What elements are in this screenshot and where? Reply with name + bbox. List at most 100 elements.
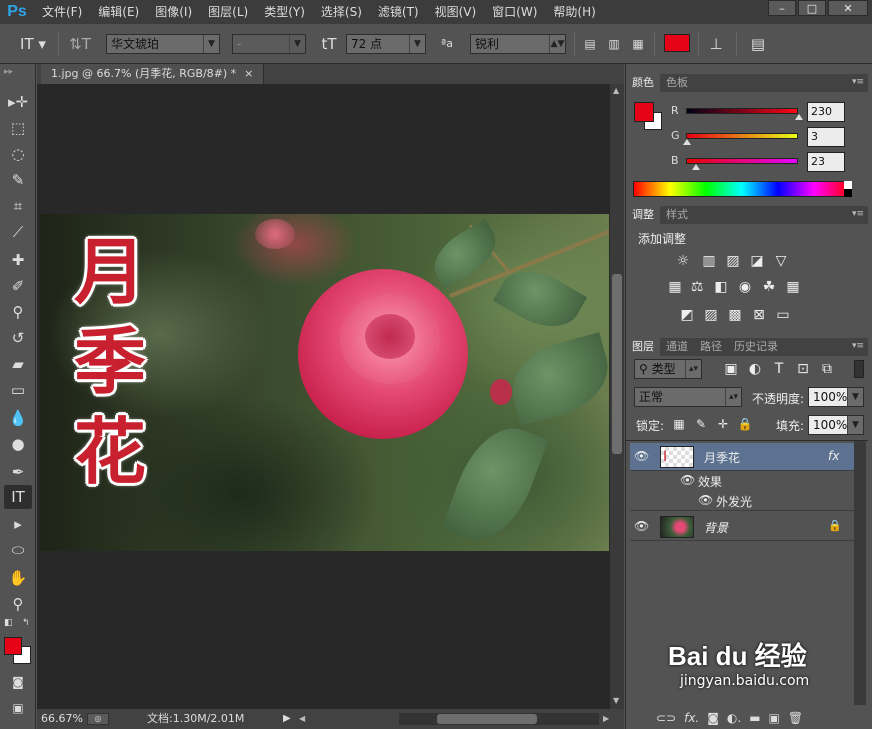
antialias-select[interactable]: 锐利 ▲▼ xyxy=(470,34,566,54)
layer-row-text[interactable]: 👁 I 月季花 fx xyxy=(630,443,854,471)
history-brush-tool-icon[interactable]: ↺ xyxy=(4,326,32,350)
menu-filter[interactable]: 滤镜(T) xyxy=(370,0,427,24)
invert-icon[interactable]: ◩ xyxy=(678,306,696,324)
link-layers-icon[interactable]: ⊂⊃ xyxy=(656,711,676,725)
menu-layer[interactable]: 图层(L) xyxy=(200,0,256,24)
color-lookup-icon[interactable]: ▦ xyxy=(784,278,802,296)
hand-tool-icon[interactable]: ✋ xyxy=(4,566,32,590)
layer-filter-select[interactable]: ⚲ 类型 ▴▾ xyxy=(634,359,702,379)
spectrum-white-black[interactable] xyxy=(844,181,852,197)
menu-edit[interactable]: 编辑(E) xyxy=(90,0,147,24)
menu-type[interactable]: 类型(Y) xyxy=(256,0,313,24)
ellipse-tool-icon[interactable]: ⬭ xyxy=(4,538,32,562)
g-slider[interactable] xyxy=(686,133,798,139)
status-arrow-icon[interactable]: ▶ xyxy=(283,709,291,729)
lock-position-icon[interactable]: ✛ xyxy=(714,415,732,433)
filter-pixel-icon[interactable]: ▣ xyxy=(722,360,740,378)
lock-pixels-icon[interactable]: ✎ xyxy=(692,415,710,433)
r-slider[interactable] xyxy=(686,108,798,114)
font-size-select[interactable]: 72 点 ▼ xyxy=(346,34,426,54)
b-slider-thumb[interactable] xyxy=(692,164,700,170)
healing-brush-tool-icon[interactable]: ✚ xyxy=(4,248,32,272)
filter-shape-icon[interactable]: ⊡ xyxy=(794,360,812,378)
panel-menu-icon[interactable]: ▾≡ xyxy=(852,341,864,351)
layer-name[interactable]: 月季花 xyxy=(704,449,740,466)
new-group-icon[interactable]: ▬ xyxy=(749,711,760,725)
lock-transparency-icon[interactable]: ▦ xyxy=(670,415,688,433)
status-menu-icon[interactable]: ◎ xyxy=(87,713,109,725)
menu-window[interactable]: 窗口(W) xyxy=(484,0,545,24)
selective-color-icon[interactable]: ⊠ xyxy=(750,306,768,324)
zoom-tool-icon[interactable]: ⚲ xyxy=(4,592,32,616)
scroll-down-icon[interactable]: ▼ xyxy=(613,696,619,705)
lock-all-icon[interactable]: 🔒 xyxy=(736,415,754,433)
curves-icon[interactable]: ▨ xyxy=(724,252,742,270)
b-slider[interactable] xyxy=(686,158,798,164)
swap-colors-icon[interactable]: ↰ xyxy=(22,618,30,628)
tab-channels[interactable]: 通道 xyxy=(660,338,694,356)
eraser-tool-icon[interactable]: ▰ xyxy=(4,352,32,376)
tab-swatches[interactable]: 色板 xyxy=(660,74,694,92)
foreground-color-swatch[interactable] xyxy=(4,637,22,655)
brightness-icon[interactable]: ☼ xyxy=(674,252,692,270)
visibility-eye-icon[interactable]: 👁 xyxy=(634,519,650,533)
filter-smart-icon[interactable]: ⧉ xyxy=(818,360,836,378)
filter-adjustment-icon[interactable]: ◐ xyxy=(746,360,764,378)
align-right-icon[interactable]: ▦ xyxy=(628,34,648,54)
r-value-input[interactable]: 230 xyxy=(807,102,845,122)
add-style-icon[interactable]: fx. xyxy=(684,711,699,725)
clone-stamp-tool-icon[interactable]: ⚲ xyxy=(4,300,32,324)
blend-mode-select[interactable]: 正常 ▴▾ xyxy=(634,387,742,407)
gradient-map-icon[interactable]: ▭ xyxy=(774,306,792,324)
type-tool-preset-icon[interactable]: IT ▾ xyxy=(16,34,50,54)
visibility-eye-icon[interactable]: 👁 xyxy=(680,473,696,487)
opacity-input[interactable]: 100% ▼ xyxy=(808,387,864,407)
panel-menu-icon[interactable]: ▾≡ xyxy=(852,77,864,87)
new-adjustment-icon[interactable]: ◐. xyxy=(727,711,741,725)
text-orientation-icon[interactable]: ⇅T xyxy=(68,34,92,54)
layer-row-background[interactable]: 👁 背景 🔒 xyxy=(630,513,854,541)
delete-layer-icon[interactable]: 🗑 xyxy=(788,711,803,725)
gradient-tool-icon[interactable]: ▭ xyxy=(4,378,32,402)
screen-mode-icon[interactable]: ▣ xyxy=(4,696,32,720)
move-tool-icon[interactable]: ▸✛ xyxy=(4,90,32,114)
close-tab-icon[interactable]: × xyxy=(244,64,253,84)
scroll-left-icon[interactable]: ◀ xyxy=(299,709,305,729)
fill-input[interactable]: 100% ▼ xyxy=(808,415,864,435)
horizontal-scrollbar[interactable]: ◀ ▶ xyxy=(299,713,609,725)
visibility-eye-icon[interactable]: 👁 xyxy=(634,449,650,463)
menu-view[interactable]: 视图(V) xyxy=(427,0,485,24)
photo-filter-icon[interactable]: ◉ xyxy=(736,278,754,296)
character-panel-icon[interactable]: ▤ xyxy=(746,34,770,54)
menu-file[interactable]: 文件(F) xyxy=(34,0,90,24)
r-slider-thumb[interactable] xyxy=(795,114,803,120)
tab-styles[interactable]: 样式 xyxy=(660,206,694,224)
font-family-select[interactable]: 华文琥珀 ▼ xyxy=(106,34,220,54)
tab-paths[interactable]: 路径 xyxy=(694,338,728,356)
levels-icon[interactable]: ▥ xyxy=(700,252,718,270)
brush-tool-icon[interactable]: ✐ xyxy=(4,274,32,298)
document-tab[interactable]: 1.jpg @ 66.7% (月季花, RGB/8#) * × xyxy=(41,64,265,84)
menu-image[interactable]: 图像(I) xyxy=(147,0,200,24)
scroll-up-icon[interactable]: ▲ xyxy=(613,86,619,95)
new-layer-icon[interactable]: ▣ xyxy=(769,711,780,725)
eyedropper-tool-icon[interactable]: ⟋ xyxy=(4,220,32,244)
threshold-icon[interactable]: ▩ xyxy=(726,306,744,324)
filter-type-icon[interactable]: T xyxy=(770,360,788,378)
color-fg-swatch[interactable] xyxy=(634,102,654,122)
color-spectrum-bar[interactable] xyxy=(633,181,851,197)
path-select-tool-icon[interactable]: ▸ xyxy=(4,512,32,536)
align-center-icon[interactable]: ▥ xyxy=(604,34,624,54)
minimize-button[interactable]: – xyxy=(768,0,796,16)
quick-select-tool-icon[interactable]: ✎ xyxy=(4,168,32,192)
dodge-tool-icon[interactable]: ● xyxy=(4,432,32,456)
filter-toggle-icon[interactable] xyxy=(854,360,864,378)
g-value-input[interactable]: 3 xyxy=(807,127,845,147)
panel-menu-icon[interactable]: ▾≡ xyxy=(852,209,864,219)
layer-effects-row[interactable]: 👁 效果 xyxy=(630,471,854,491)
vertical-scrollbar[interactable]: ▲ ▼ xyxy=(610,84,624,709)
crop-tool-icon[interactable]: ⌗ xyxy=(4,194,32,218)
g-slider-thumb[interactable] xyxy=(683,139,691,145)
tab-history[interactable]: 历史记录 xyxy=(728,338,784,356)
type-tool-icon[interactable]: IT xyxy=(4,485,32,509)
